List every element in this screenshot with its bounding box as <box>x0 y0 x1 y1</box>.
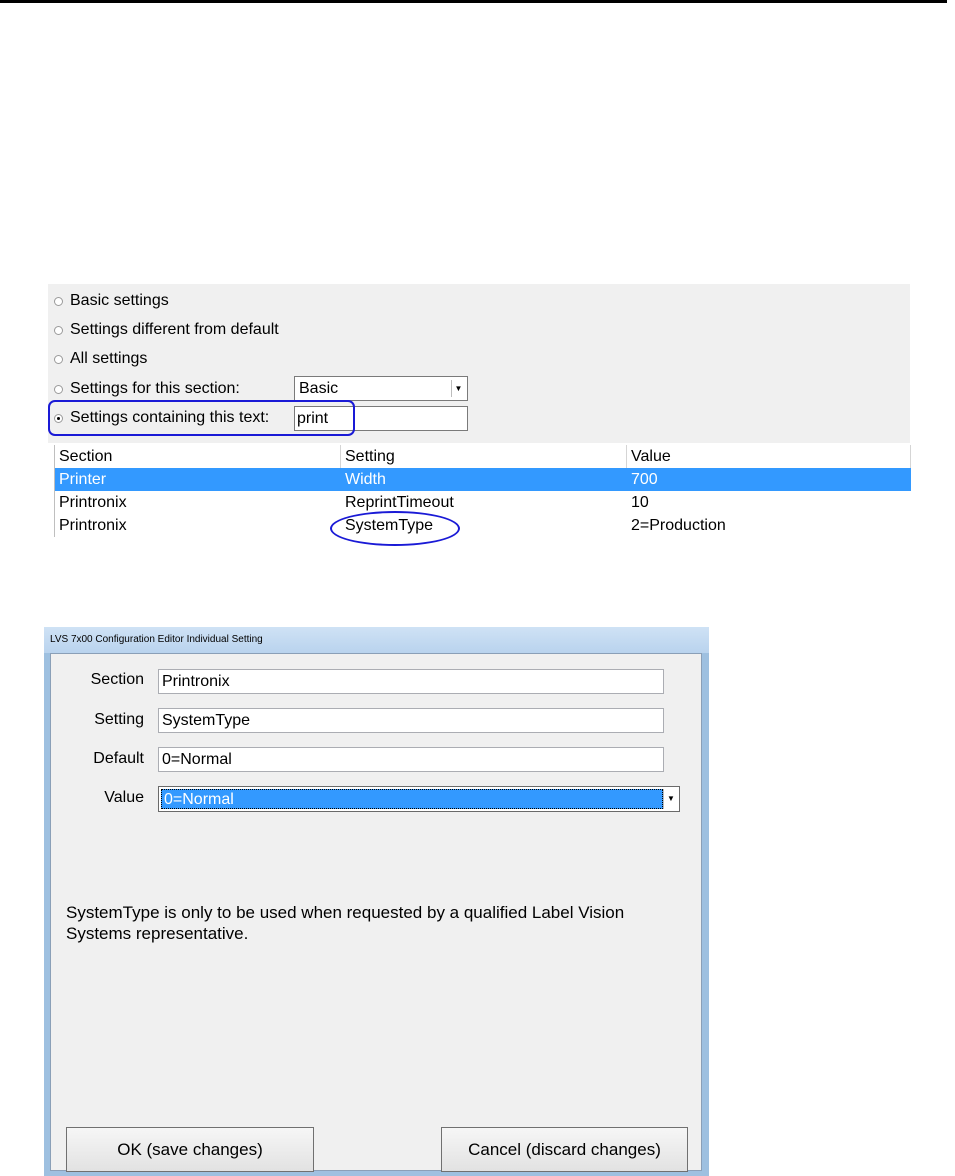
radio-basic-settings[interactable]: Basic settings <box>54 290 169 312</box>
section-select-value: Basic <box>299 380 339 397</box>
page: Basic settings Settings different from d… <box>0 0 955 1176</box>
cancel-button[interactable]: Cancel (discard changes) <box>441 1127 688 1172</box>
table-row[interactable]: Printronix SystemType 2=Production <box>55 514 911 537</box>
setting-field-value: SystemType <box>162 712 251 729</box>
dialog-titlebar[interactable]: LVS 7x00 Configuration Editor Individual… <box>44 627 709 653</box>
default-label: Default <box>93 750 144 767</box>
help-text: SystemType is only to be used when reque… <box>66 903 625 943</box>
radio-settings-for-section[interactable]: Settings for this section: <box>54 378 240 400</box>
cell-value: 700 <box>631 471 658 488</box>
cell-section: Printronix <box>59 494 127 511</box>
value-label: Value <box>104 789 144 806</box>
setting-label: Setting <box>94 711 144 728</box>
annotation-highlight-box <box>48 400 355 436</box>
cell-section: Printronix <box>59 517 127 534</box>
radio-button[interactable] <box>54 354 63 364</box>
cell-value: 2=Production <box>631 517 726 534</box>
results-table: Section Setting Value Printer Width 700 … <box>54 445 911 537</box>
column-header-section[interactable]: Section <box>55 445 341 468</box>
radio-label: Basic settings <box>70 292 169 309</box>
radio-all-settings[interactable]: All settings <box>54 348 147 370</box>
section-field-value: Printronix <box>162 673 230 690</box>
radio-button[interactable] <box>54 325 63 335</box>
cell-section: Printer <box>59 471 107 488</box>
cell-value: 10 <box>631 494 649 511</box>
annotation-ellipse <box>330 511 460 546</box>
value-select[interactable]: 0=Normal ▼ <box>158 786 680 812</box>
table-row-selected[interactable]: Printer Width 700 <box>55 468 911 491</box>
radio-label: Settings different from default <box>70 321 279 338</box>
radio-label: Settings for this section: <box>70 380 240 397</box>
cell-setting: Width <box>345 471 386 488</box>
section-field[interactable]: Printronix <box>158 669 664 694</box>
table-row[interactable]: Printronix ReprintTimeout 10 <box>55 491 911 514</box>
section-select[interactable]: Basic ▼ <box>294 376 468 401</box>
ok-button[interactable]: OK (save changes) <box>66 1127 314 1172</box>
radio-button[interactable] <box>54 296 63 306</box>
default-field-value: 0=Normal <box>162 751 232 768</box>
radio-label: All settings <box>70 350 148 367</box>
top-rule <box>0 0 947 3</box>
value-select-text: 0=Normal <box>161 789 663 809</box>
table-header-row: Section Setting Value <box>55 445 911 469</box>
setting-field[interactable]: SystemType <box>158 708 664 733</box>
default-field[interactable]: 0=Normal <box>158 747 664 772</box>
radio-settings-different[interactable]: Settings different from default <box>54 319 279 341</box>
section-label: Section <box>90 671 144 688</box>
dialog-title: LVS 7x00 Configuration Editor Individual… <box>50 634 263 645</box>
chevron-down-icon[interactable]: ▼ <box>451 380 465 397</box>
column-header-value[interactable]: Value <box>627 445 911 468</box>
column-header-setting[interactable]: Setting <box>341 445 627 468</box>
chevron-down-icon[interactable]: ▼ <box>663 789 678 809</box>
radio-button[interactable] <box>54 384 63 394</box>
